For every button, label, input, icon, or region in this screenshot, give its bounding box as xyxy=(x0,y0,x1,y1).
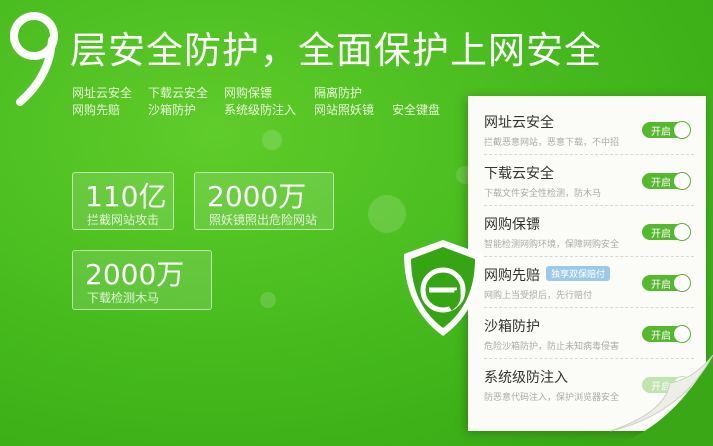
feature-sandbox: 沙箱防护 xyxy=(148,103,197,117)
feature-download-cloud: 下载云安全 xyxy=(148,86,209,100)
stat-number: 2000万 xyxy=(85,258,185,291)
enable-toggle[interactable]: 开启 xyxy=(642,274,691,292)
big-nine-digit xyxy=(10,12,58,106)
toggle-knob xyxy=(673,325,691,343)
list-item: 沙箱防护 危险沙箱防护，防止未知病毒侵害 开启 xyxy=(484,312,694,359)
enable-toggle[interactable]: 开启 xyxy=(642,121,691,139)
ghost-shield-icon xyxy=(260,292,276,308)
feature-anti-injection: 系统级防注入 xyxy=(224,103,297,117)
shield-logo-icon xyxy=(404,240,482,336)
stat-box: 2000万 照妖镜照出危险网站 xyxy=(194,172,334,230)
toggle-knob xyxy=(673,172,691,190)
item-desc: 防恶意代码注入，保护浏览器安全 xyxy=(484,393,620,403)
promo-banner: 层安全防护，全面保护上网安全 网址云安全 下载云安全 网购保镖 隔离防护 网购先… xyxy=(0,0,713,446)
item-title: 网购先赔 xyxy=(484,268,540,284)
toggle-label: 开启 xyxy=(651,280,671,291)
list-item: 网址云安全 拦截恶意网站，恶意下载，不中招 开启 xyxy=(484,108,694,155)
toggle-label: 开启 xyxy=(651,178,671,189)
item-title: 网址云安全 xyxy=(484,115,554,131)
ghost-shield-icon xyxy=(262,130,282,150)
item-title: 下载云安全 xyxy=(484,166,554,182)
list-item: 下载云安全 下载文件安全性检测，防木马 开启 xyxy=(484,159,694,206)
toggle-knob xyxy=(673,274,691,292)
item-title: 网购保镖 xyxy=(484,217,540,233)
stat-number: 110亿 xyxy=(85,180,167,213)
item-desc: 下载文件安全性检测，防木马 xyxy=(484,189,602,199)
stat-number: 2000万 xyxy=(207,180,307,213)
toggle-knob xyxy=(673,121,691,139)
ghost-shield-icon xyxy=(368,195,406,233)
item-desc: 智能检测网购环境，保障网购安全 xyxy=(484,240,620,250)
feature-site-mirror: 网站照妖镜 xyxy=(314,103,375,117)
item-title: 系统级防注入 xyxy=(484,370,568,386)
item-desc: 危险沙箱防护，防止未知病毒侵害 xyxy=(484,342,620,352)
list-item: 网购保镖 智能检测网购环境，保障网购安全 开启 xyxy=(484,210,694,257)
list-item: 网购先赔 独享双保赔付 网购上当受损后，先行赔付 开启 xyxy=(484,261,694,308)
page-curl xyxy=(610,355,713,446)
headline: 层安全防护，全面保护上网安全 xyxy=(70,29,602,72)
feature-isolation: 隔离防护 xyxy=(314,86,363,100)
item-title: 沙箱防护 xyxy=(484,319,540,335)
feature-secure-keyboard: 安全键盘 xyxy=(392,103,441,117)
enable-toggle[interactable]: 开启 xyxy=(642,223,691,241)
item-desc: 网购上当受损后，先行赔付 xyxy=(484,291,593,301)
feature-shopping-compensation: 网购先赔 xyxy=(72,103,121,117)
item-desc: 拦截恶意网站，恶意下载，不中招 xyxy=(484,138,620,148)
stat-box: 110亿 拦截网站攻击 xyxy=(72,172,174,230)
stat-label: 下载检测木马 xyxy=(87,291,160,305)
toggle-label: 开启 xyxy=(651,127,671,138)
toggle-knob xyxy=(673,223,691,241)
toggle-label: 开启 xyxy=(651,229,671,240)
feature-shopping-guard: 网购保镖 xyxy=(224,86,273,100)
enable-toggle[interactable]: 开启 xyxy=(642,172,691,190)
compensation-badge: 独享双保赔付 xyxy=(546,266,611,281)
feature-url-cloud: 网址云安全 xyxy=(72,86,133,100)
stat-label: 拦截网站攻击 xyxy=(87,213,160,227)
enable-toggle[interactable]: 开启 xyxy=(642,325,691,343)
toggle-label: 开启 xyxy=(651,331,671,342)
stat-box: 2000万 下载检测木马 xyxy=(72,250,212,310)
stat-label: 照妖镜照出危险网站 xyxy=(209,213,318,227)
